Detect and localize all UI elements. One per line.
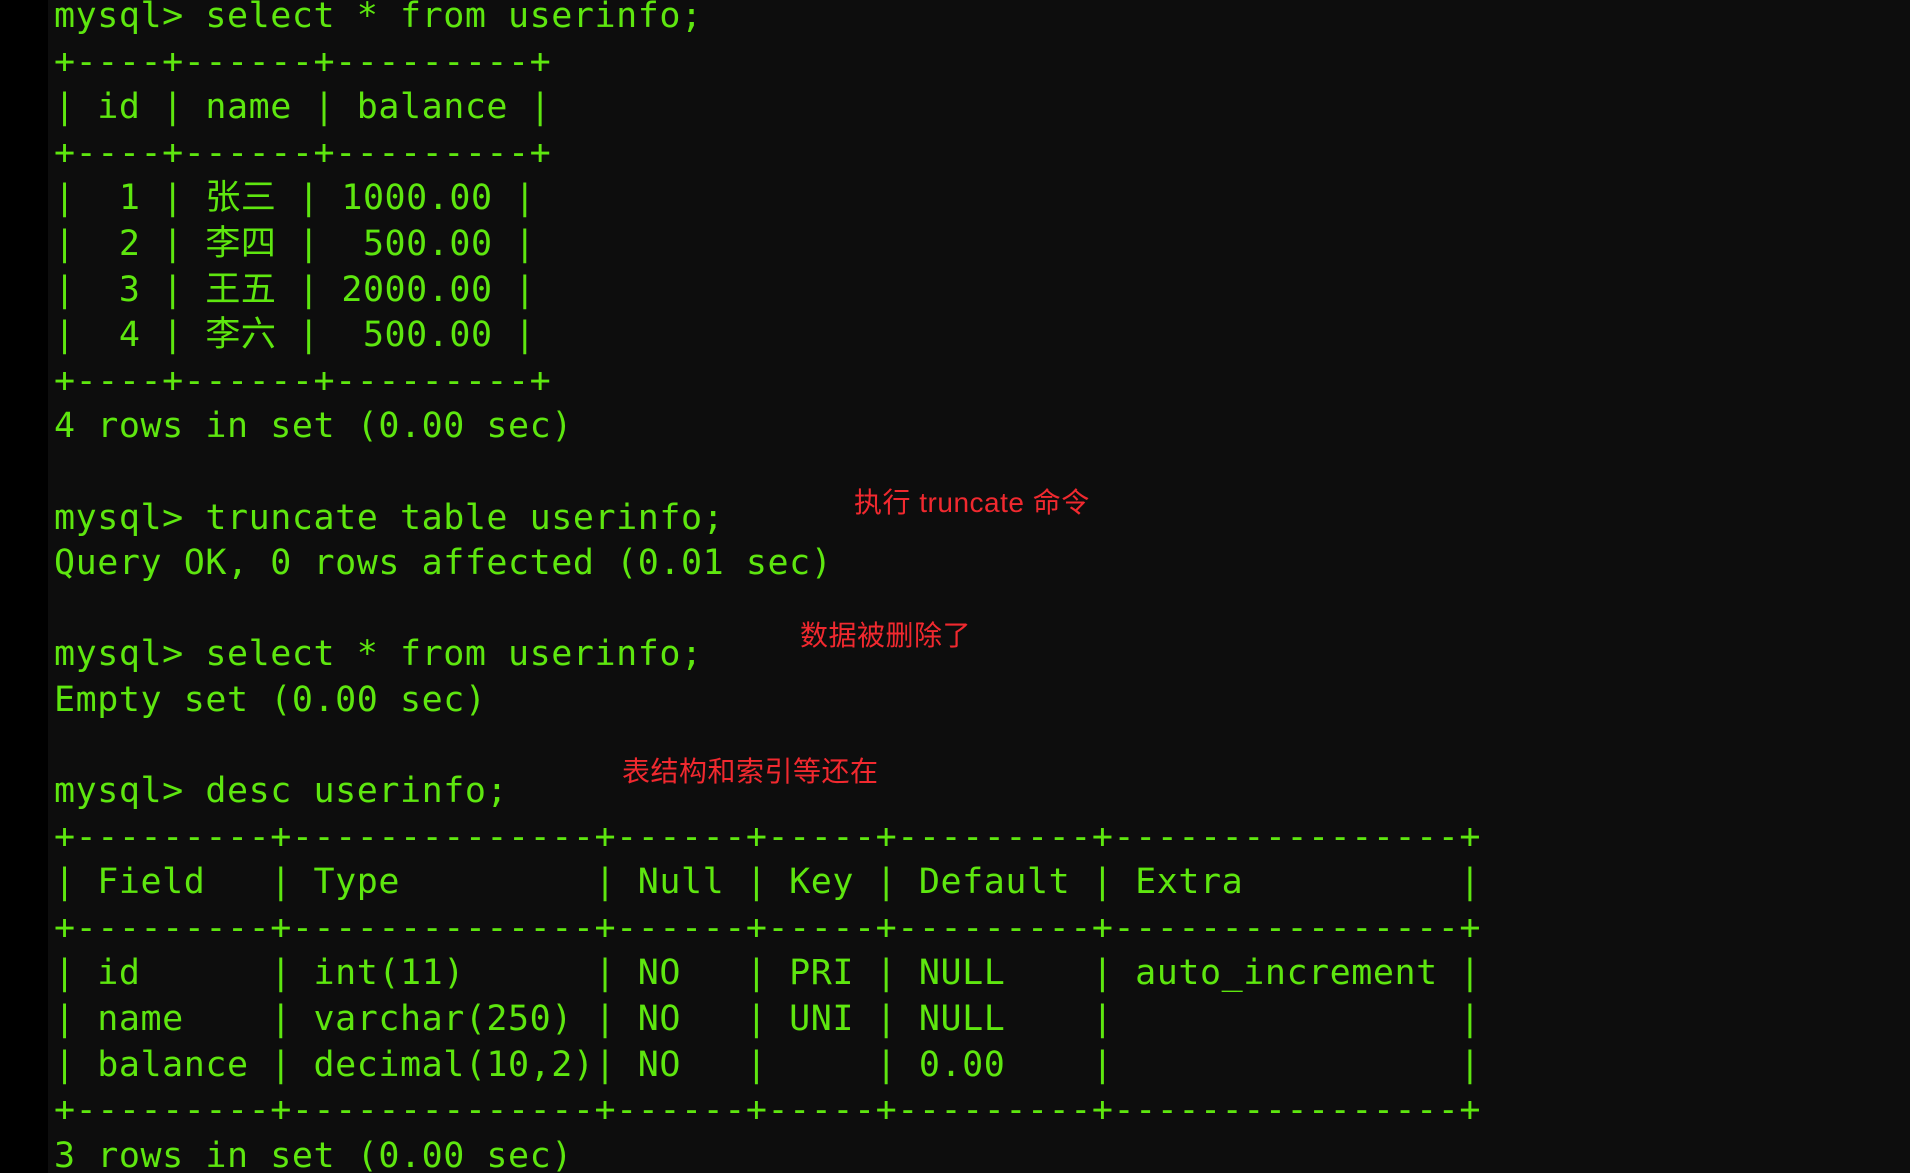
- annotation-truncate-command: 执行 truncate 命令: [854, 487, 1090, 518]
- terminal-line-rowcount-3: 3 rows in set (0.00 sec): [54, 1135, 573, 1173]
- terminal-window[interactable]: mysql> select * from userinfo; +----+---…: [48, 0, 1910, 1173]
- annotation-structure-remains: 表结构和索引等还在: [622, 756, 879, 787]
- terminal-line-cmd-select-after: mysql> select * from userinfo;: [54, 634, 703, 675]
- terminal-line-table-top-border: +----+------+---------+: [54, 41, 552, 82]
- left-gutter: [0, 0, 48, 1173]
- terminal-line-cmd-desc: mysql> desc userinfo;: [54, 771, 509, 812]
- terminal-line-desc-header: | Field | Type | Null | Key | Default | …: [54, 862, 1482, 903]
- table-row: | name | varchar(250) | NO | UNI | NULL …: [54, 999, 1482, 1040]
- terminal-screenshot: mysql> select * from userinfo; +----+---…: [0, 0, 1910, 1173]
- annotation-data-deleted: 数据被删除了: [800, 620, 972, 651]
- table-row: | 3 | 王五 | 2000.00 |: [54, 269, 536, 310]
- terminal-line-query-ok: Query OK, 0 rows affected (0.01 sec): [54, 543, 833, 584]
- terminal-line-rowcount-4: 4 rows in set (0.00 sec): [54, 406, 573, 447]
- terminal-line-desc-top-border: +---------+--------------+------+-----+-…: [54, 816, 1482, 857]
- terminal-line-table-header: | id | name | balance |: [54, 87, 552, 128]
- terminal-line-table-header-border: +----+------+---------+: [54, 132, 552, 173]
- table-row: | 1 | 张三 | 1000.00 |: [54, 178, 536, 219]
- table-row: | 2 | 李四 | 500.00 |: [54, 223, 536, 264]
- terminal-line-table-bottom-border: +----+------+---------+: [54, 360, 552, 401]
- terminal-line-desc-header-border: +---------+--------------+------+-----+-…: [54, 907, 1482, 948]
- terminal-line-empty-set: Empty set (0.00 sec): [54, 679, 487, 720]
- terminal-line-cmd-select-before: mysql> select * from userinfo;: [54, 0, 703, 36]
- terminal-line-desc-bottom-border: +---------+--------------+------+-----+-…: [54, 1090, 1482, 1131]
- table-row: | id | int(11) | NO | PRI | NULL | auto_…: [54, 953, 1482, 994]
- terminal-output: mysql> select * from userinfo; +----+---…: [48, 0, 1910, 1173]
- table-row: | 4 | 李六 | 500.00 |: [54, 315, 536, 356]
- table-row: | balance | decimal(10,2)| NO | | 0.00 |…: [54, 1044, 1482, 1085]
